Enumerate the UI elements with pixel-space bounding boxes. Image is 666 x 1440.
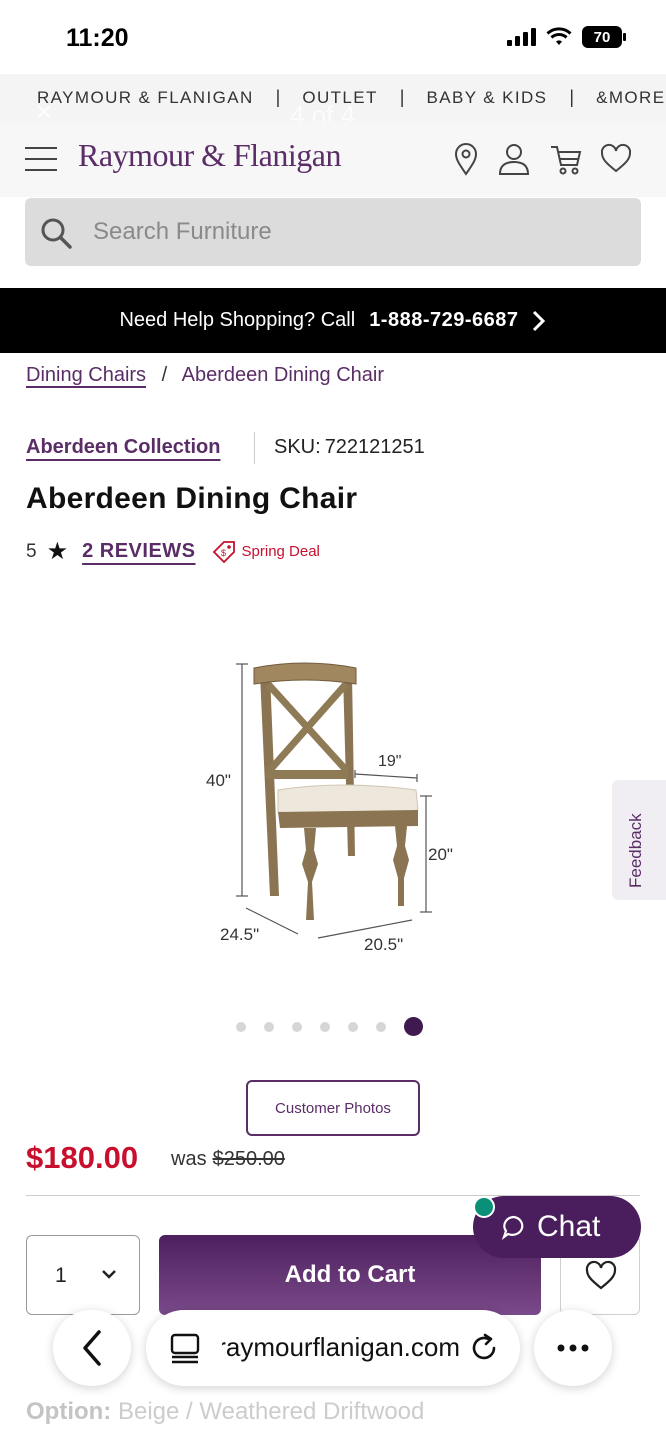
carousel-dot[interactable] — [376, 1021, 386, 1032]
option-value: Beige / Weathered Driftwood — [117, 1398, 425, 1425]
online-indicator — [473, 1196, 495, 1218]
quantity-value: 1 — [55, 1264, 67, 1287]
quantity-select[interactable]: 1 — [26, 1235, 140, 1315]
sku-value: 722121251 — [324, 436, 425, 458]
brand-logo[interactable]: Raymour & Flanigan — [78, 137, 341, 174]
breadcrumb-dining-chairs[interactable]: Dining Chairs — [26, 364, 146, 386]
option-label: Option: — [26, 1398, 112, 1425]
status-bar: 11:20 70 — [0, 0, 666, 74]
status-icons: 70 — [507, 26, 626, 48]
heart-icon — [585, 1260, 617, 1290]
chat-bubble-icon — [501, 1215, 524, 1240]
help-banner-text: Need Help Shopping? Call — [119, 309, 356, 331]
breadcrumb-separator: / — [161, 364, 168, 386]
top-nav-item-raymour[interactable]: RAYMOUR & FLANIGAN — [37, 88, 254, 108]
was-label: was — [171, 1148, 207, 1170]
reviews-link[interactable]: 2 REVIEWS — [82, 540, 195, 563]
was-price: was $250.00 — [171, 1148, 285, 1171]
help-phone-number[interactable]: 1-888-729-6687 — [369, 309, 518, 332]
chevron-right-icon — [532, 310, 545, 331]
top-nav-separator: | — [569, 87, 575, 107]
product-image[interactable]: 40" 19" 20" 24.5" 20.5" — [190, 650, 460, 970]
reload-icon[interactable] — [468, 1332, 500, 1364]
search-bar — [25, 198, 641, 266]
carousel-dot[interactable] — [264, 1021, 274, 1032]
star-icon: ★ — [46, 538, 69, 565]
svg-text:$: $ — [221, 548, 226, 558]
battery-icon: 70 — [582, 26, 626, 48]
wishlist-heart-icon[interactable] — [598, 141, 634, 177]
dim-width-label: 20.5" — [364, 935, 403, 954]
price-tag-icon: $ — [212, 540, 235, 563]
dim-height-label: 40" — [206, 771, 231, 790]
top-nav-separator: | — [399, 87, 405, 107]
feedback-label: Feedback — [626, 813, 645, 888]
rating-value: 5 — [26, 540, 37, 562]
top-nav-item-more[interactable]: &MORE — [596, 88, 665, 108]
carousel-dot[interactable] — [236, 1021, 246, 1032]
carousel-dot-active[interactable] — [404, 1017, 423, 1036]
sale-price: $180.00 — [26, 1140, 139, 1175]
account-icon[interactable] — [496, 141, 532, 177]
collection-link[interactable]: Aberdeen Collection — [26, 436, 220, 459]
cellular-signal-icon — [507, 28, 536, 46]
chevron-down-icon — [102, 1270, 116, 1279]
dim-seat-height-label: 20" — [428, 845, 453, 864]
breadcrumb: Dining Chairs / Aberdeen Dining Chair — [26, 364, 384, 387]
rating-row: 5 ★ 2 REVIEWS $ Spring Deal — [26, 537, 320, 566]
store-locator-icon[interactable] — [448, 141, 484, 177]
menu-icon[interactable] — [25, 147, 57, 171]
wifi-icon — [546, 27, 572, 45]
feedback-tab[interactable]: Feedback — [612, 780, 666, 900]
carousel-dot[interactable] — [320, 1021, 330, 1032]
chat-label: Chat — [537, 1210, 601, 1243]
browser-address-bar[interactable]: raymourflanigan.com — [146, 1310, 520, 1386]
sku-label: SKU: — [274, 436, 321, 458]
cart-icon[interactable] — [548, 141, 584, 177]
dim-depth-label: 24.5" — [220, 925, 259, 944]
carousel-dot[interactable] — [292, 1021, 302, 1032]
help-banner[interactable]: Need Help Shopping? Call 1-888-729-6687 — [0, 288, 666, 353]
product-title: Aberdeen Dining Chair — [26, 482, 358, 515]
browser-back-button[interactable] — [53, 1310, 131, 1386]
carousel-dots — [236, 1017, 423, 1036]
search-icon — [41, 218, 72, 249]
more-icon — [557, 1344, 589, 1352]
option-row: Option: Beige / Weathered Driftwood — [26, 1398, 424, 1426]
chat-button[interactable]: Chat — [473, 1196, 641, 1258]
chevron-left-icon — [83, 1330, 101, 1366]
search-input[interactable] — [93, 212, 613, 252]
status-time: 11:20 — [66, 24, 129, 52]
breadcrumb-current: Aberdeen Dining Chair — [181, 364, 384, 386]
sku: SKU: 722121251 — [274, 436, 425, 459]
top-nav-item-baby-kids[interactable]: BABY & KIDS — [426, 88, 547, 108]
deal-label: Spring Deal — [241, 543, 320, 560]
top-nav-separator: | — [275, 87, 281, 107]
customer-photos-button[interactable]: Customer Photos — [246, 1080, 420, 1136]
carousel-dot[interactable] — [348, 1021, 358, 1032]
browser-more-button[interactable] — [534, 1310, 612, 1386]
site-header: Raymour & Flanigan — [0, 121, 666, 197]
deal-badge: $ Spring Deal — [212, 540, 320, 564]
original-price: $250.00 — [212, 1148, 285, 1170]
browser-url: raymourflanigan.com — [222, 1332, 460, 1362]
tabs-icon — [170, 1333, 200, 1364]
dim-seat-depth-label: 19" — [378, 753, 401, 770]
divider — [254, 432, 255, 464]
